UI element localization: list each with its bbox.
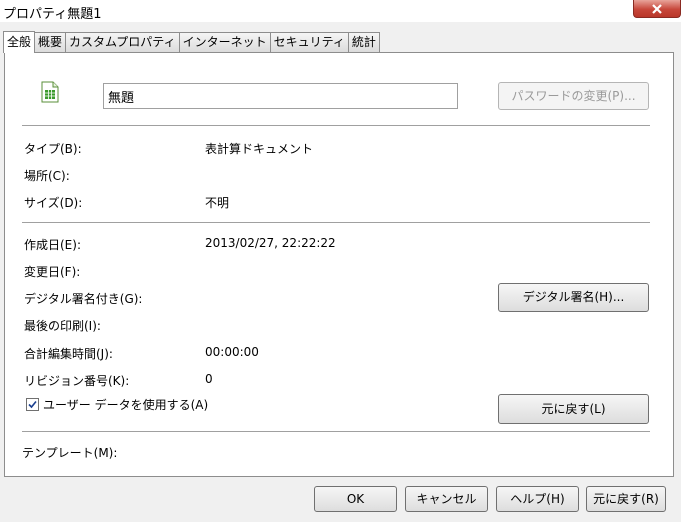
spreadsheet-icon (41, 81, 59, 103)
help-button[interactable]: ヘルプ(H) (496, 486, 579, 512)
general-panel: パスワードの変更(P)... タイプ(B): 表計算ドキュメント 場所(C): … (4, 52, 674, 477)
ok-button[interactable]: OK (314, 486, 397, 512)
tab-internet[interactable]: インターネット (179, 32, 271, 52)
total-edit-time-label: 合計編集時間(J): (24, 347, 113, 361)
template-label: テンプレート(M): (22, 446, 118, 460)
separator (22, 125, 650, 126)
signed-label: デジタル署名付き(G): (24, 292, 143, 306)
type-label: タイプ(B): (24, 142, 82, 156)
created-value: 2013/02/27, 22:22:22 (205, 236, 336, 250)
tab-general[interactable]: 全般 (3, 31, 36, 53)
use-user-data-checkbox[interactable] (26, 398, 39, 411)
created-label: 作成日(E): (24, 238, 81, 252)
title-bar: プロパティ無題1 (0, 0, 681, 22)
use-user-data-row[interactable]: ユーザー データを使用する(A) (26, 396, 208, 413)
reset-user-data-button[interactable]: 元に戻す(L) (498, 394, 649, 424)
cancel-button[interactable]: キャンセル (405, 486, 488, 512)
tab-statistics[interactable]: 統計 (348, 32, 380, 52)
type-value: 表計算ドキュメント (205, 142, 314, 156)
separator (22, 431, 650, 432)
total-edit-time-value: 00:00:00 (205, 345, 259, 359)
revision-label: リビジョン番号(K): (24, 374, 130, 388)
close-button[interactable] (633, 0, 681, 18)
use-user-data-label: ユーザー データを使用する(A) (43, 398, 209, 412)
location-label: 場所(C): (24, 169, 70, 183)
change-password-button[interactable]: パスワードの変更(P)... (498, 82, 649, 110)
digital-signature-button[interactable]: デジタル署名(H)... (498, 283, 649, 312)
reset-button[interactable]: 元に戻す(R) (586, 486, 666, 512)
revision-value: 0 (205, 372, 213, 386)
checkmark-icon (28, 400, 37, 409)
tab-security[interactable]: セキュリティ (270, 32, 349, 52)
separator (22, 222, 650, 223)
document-name-input[interactable] (103, 83, 458, 109)
modified-label: 変更日(F): (24, 265, 81, 279)
tab-strip: 全般 概要 カスタムプロパティ インターネット セキュリティ 統計 (3, 30, 380, 53)
size-label: サイズ(D): (24, 196, 83, 210)
tab-summary[interactable]: 概要 (35, 32, 67, 52)
tab-custom-properties[interactable]: カスタムプロパティ (66, 32, 180, 52)
close-icon (652, 3, 662, 14)
size-value: 不明 (205, 196, 230, 210)
window-title: プロパティ無題1 (3, 7, 102, 22)
last-printed-label: 最後の印刷(I): (24, 319, 101, 333)
